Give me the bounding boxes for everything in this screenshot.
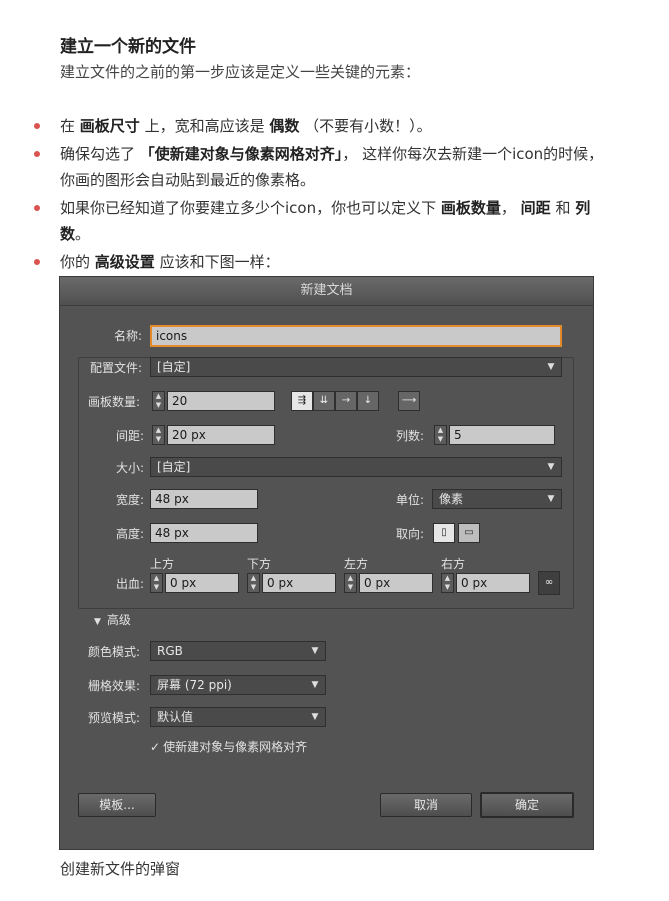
list-item: 如果你已经知道了你要建立多少个icon，你也可以定义下 画板数量， 间距 和 列… bbox=[0, 195, 669, 247]
grid-by-row-icon[interactable]: ⇶ bbox=[291, 391, 313, 411]
height-label: 高度: bbox=[116, 527, 145, 541]
grid-by-column-icon[interactable]: ⇊ bbox=[313, 391, 335, 411]
height-input[interactable]: 48 px bbox=[150, 523, 258, 543]
bleed-bottom-input[interactable]: 0 px bbox=[262, 573, 336, 593]
new-document-dialog: 新建文档 名称: icons 配置文件: [自定] ▼ 画板数量: ▲ ▼ 20 ⇶… bbox=[59, 276, 594, 850]
bleed-bottom-stepper[interactable]: ▲ ▼ bbox=[247, 573, 260, 593]
color-mode-label: 颜色模式: bbox=[88, 645, 141, 659]
raster-effects-select[interactable]: 屏幕 (72 ppi) ▼ bbox=[150, 675, 326, 695]
advanced-toggle[interactable]: ▼ 高级 bbox=[94, 611, 131, 628]
link-icon[interactable]: ∞ bbox=[538, 571, 560, 595]
width-input[interactable]: 48 px bbox=[150, 489, 258, 509]
orientation-label: 取向: bbox=[396, 527, 425, 541]
list-item: 在 画板尺寸 上，宽和高应该是 偶数 （不要有小数！）。 bbox=[0, 113, 669, 139]
width-label: 宽度: bbox=[116, 493, 145, 507]
size-select[interactable]: [自定] ▼ bbox=[150, 457, 562, 477]
bleed-left-input[interactable]: 0 px bbox=[359, 573, 433, 593]
bleed-right-label: 右方 bbox=[441, 557, 466, 571]
raster-effects-label: 栅格效果: bbox=[88, 679, 141, 693]
name-label: 名称: bbox=[114, 329, 143, 343]
bleed-right-input[interactable]: 0 px bbox=[456, 573, 530, 593]
columns-input[interactable]: 5 bbox=[449, 425, 555, 445]
chevron-down-icon: ▼ bbox=[311, 712, 319, 722]
preview-mode-select[interactable]: 默认值 ▼ bbox=[150, 707, 326, 727]
profile-label: 配置文件: bbox=[88, 359, 145, 376]
spacing-input[interactable]: 20 px bbox=[167, 425, 275, 445]
layout-direction-icon[interactable]: ⟶ bbox=[398, 391, 420, 411]
bleed-right-stepper[interactable]: ▲ ▼ bbox=[441, 573, 454, 593]
templates-button[interactable]: 模板... bbox=[78, 793, 156, 817]
bleed-label: 出血: bbox=[116, 577, 145, 591]
columns-label: 列数: bbox=[396, 429, 425, 443]
bleed-left-stepper[interactable]: ▲ ▼ bbox=[344, 573, 357, 593]
checkmark-icon: ✓ bbox=[150, 740, 161, 754]
spacing-label: 间距: bbox=[116, 429, 145, 443]
preview-mode-label: 预览模式: bbox=[88, 711, 141, 725]
bleed-top-label: 上方 bbox=[150, 557, 175, 571]
bullet-dot-icon bbox=[34, 151, 40, 157]
artboards-input[interactable]: 20 bbox=[167, 391, 275, 411]
triangle-down-icon: ▼ bbox=[94, 617, 101, 627]
units-label: 单位: bbox=[396, 493, 425, 507]
figure-caption: 创建新文件的弹窗 bbox=[60, 860, 181, 878]
arrange-by-row-icon[interactable]: → bbox=[335, 391, 357, 411]
dialog-title: 新建文档 bbox=[60, 277, 593, 306]
intro-text: 建立文件的之前的第一步应该是定义一些关键的元素： bbox=[60, 63, 421, 81]
align-to-pixel-grid-checkbox[interactable]: ✓ 使新建对象与像素网格对齐 bbox=[150, 738, 307, 755]
name-input[interactable]: icons bbox=[150, 325, 562, 347]
arrange-by-column-icon[interactable]: ↓ bbox=[357, 391, 379, 411]
chevron-down-icon: ▼ bbox=[547, 462, 555, 472]
bullet-dot-icon bbox=[34, 259, 40, 265]
ok-button[interactable]: 确定 bbox=[480, 792, 574, 818]
spacing-stepper[interactable]: ▲ ▼ bbox=[152, 425, 165, 445]
portrait-orientation-icon[interactable]: ▯ bbox=[433, 523, 455, 543]
chevron-down-icon: ▼ bbox=[547, 494, 555, 504]
chevron-down-icon: ▼ bbox=[547, 362, 555, 372]
profile-select[interactable]: [自定] ▼ bbox=[150, 357, 562, 377]
chevron-down-icon: ▼ bbox=[311, 680, 319, 690]
bullet-dot-icon bbox=[34, 123, 40, 129]
color-mode-select[interactable]: RGB ▼ bbox=[150, 641, 326, 661]
list-item: 你的 高级设置 应该和下图一样： bbox=[0, 249, 669, 275]
bleed-left-label: 左方 bbox=[344, 557, 369, 571]
artboards-label: 画板数量: bbox=[88, 395, 141, 409]
columns-stepper[interactable]: ▲ ▼ bbox=[434, 425, 447, 445]
units-select[interactable]: 像素 ▼ bbox=[432, 489, 562, 509]
cancel-button[interactable]: 取消 bbox=[380, 793, 472, 817]
bleed-top-stepper[interactable]: ▲ ▼ bbox=[150, 573, 163, 593]
landscape-orientation-icon[interactable]: ▭ bbox=[458, 523, 480, 543]
bullet-dot-icon bbox=[34, 205, 40, 211]
size-label: 大小: bbox=[116, 461, 145, 475]
chevron-down-icon: ▼ bbox=[311, 646, 319, 656]
bleed-bottom-label: 下方 bbox=[247, 557, 272, 571]
bullet-list: 在 画板尺寸 上，宽和高应该是 偶数 （不要有小数！）。 确保勾选了 「使新建对… bbox=[0, 113, 669, 277]
artboards-stepper[interactable]: ▲ ▼ bbox=[152, 391, 165, 411]
list-item: 确保勾选了 「使新建对象与像素网格对齐」， 这样你每次去新建一个icon的时候，… bbox=[0, 141, 669, 193]
section-heading: 建立一个新的文件 bbox=[60, 37, 196, 57]
bleed-top-input[interactable]: 0 px bbox=[165, 573, 239, 593]
